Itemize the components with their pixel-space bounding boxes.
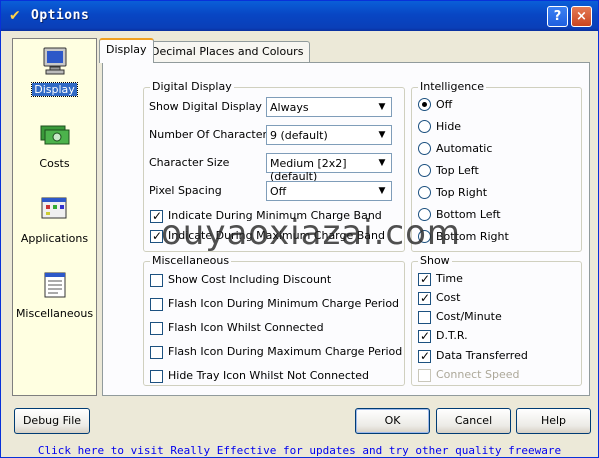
sidebar-item-label: Costs — [39, 157, 70, 170]
sidebar-item-costs[interactable]: Costs — [13, 119, 96, 170]
chevron-down-icon[interactable]: ▼ — [374, 99, 390, 115]
intelligence-group: Intelligence Off Hide Automatic Top Left… — [411, 80, 582, 252]
sidebar-item-label: Miscellaneous — [15, 307, 94, 320]
indicate-max-charge-checkbox[interactable]: ✓ — [150, 229, 163, 243]
show-data-transferred-label[interactable]: Data Transferred — [436, 349, 528, 363]
number-of-characters-label: Number Of Characters — [149, 128, 273, 141]
show-digital-display-label: Show Digital Display — [149, 100, 262, 113]
show-cost-discount-checkbox[interactable] — [150, 274, 163, 287]
intelligence-hide-label[interactable]: Hide — [436, 120, 461, 134]
select-value: Always — [270, 101, 309, 114]
money-icon — [40, 125, 69, 145]
intelligence-automatic-label[interactable]: Automatic — [436, 142, 492, 156]
chevron-down-icon[interactable]: ▼ — [374, 155, 390, 171]
chevron-down-icon[interactable]: ▼ — [374, 127, 390, 143]
intelligence-bottom-left-label[interactable]: Bottom Left — [436, 208, 501, 222]
intelligence-top-right-radio[interactable] — [418, 186, 431, 199]
sidebar-item-label: Display — [31, 82, 78, 97]
flash-min-charge-label[interactable]: Flash Icon During Minimum Charge Period — [168, 297, 399, 311]
visit-website-link[interactable]: Click here to visit Really Effective for… — [1, 444, 598, 458]
intelligence-bottom-right-radio[interactable] — [418, 230, 431, 243]
hide-tray-icon-checkbox[interactable] — [150, 370, 163, 383]
show-cost-discount-label[interactable]: Show Cost Including Discount — [168, 273, 331, 287]
digital-display-group: Digital Display Show Digital Display Alw… — [143, 80, 405, 252]
checkmark-icon: ✓ — [420, 329, 431, 343]
flash-connected-label[interactable]: Flash Icon Whilst Connected — [168, 321, 324, 335]
intelligence-automatic-radio[interactable] — [418, 142, 431, 155]
show-cost-label[interactable]: Cost — [436, 291, 460, 305]
checkmark-icon: ✓ — [420, 291, 431, 305]
flash-max-charge-checkbox[interactable] — [150, 346, 163, 359]
show-connect-speed-label: Connect Speed — [436, 368, 520, 381]
group-title: Intelligence — [418, 80, 487, 94]
sidebar-item-display[interactable]: Display — [13, 45, 96, 97]
sidebar-item-miscellaneous[interactable]: Miscellaneous — [13, 269, 96, 320]
applications-icon — [41, 197, 66, 219]
options-window: ✔ Options ? × Display Costs Applications… — [0, 0, 599, 458]
flash-max-charge-label[interactable]: Flash Icon During Maximum Charge Period — [168, 345, 402, 359]
show-time-label[interactable]: Time — [436, 272, 463, 286]
flash-connected-checkbox[interactable] — [150, 322, 163, 335]
show-dtr-checkbox[interactable]: ✓ — [418, 329, 431, 343]
show-data-transferred-checkbox[interactable]: ✓ — [418, 349, 431, 363]
indicate-min-charge-checkbox[interactable]: ✓ — [150, 209, 163, 223]
intelligence-off-radio[interactable] — [418, 98, 431, 111]
group-title: Miscellaneous — [150, 254, 232, 268]
intelligence-top-left-radio[interactable] — [418, 164, 431, 177]
category-sidebar: Display Costs Applications Miscellaneous — [12, 38, 97, 396]
checkmark-icon: ✓ — [152, 229, 163, 243]
number-of-characters-select[interactable]: 9 (default) ▼ — [266, 125, 392, 145]
pixel-spacing-select[interactable]: Off ▼ — [266, 181, 392, 201]
pixel-spacing-label: Pixel Spacing — [149, 184, 222, 197]
group-title: Digital Display — [150, 80, 234, 94]
miscellaneous-group: Miscellaneous Show Cost Including Discou… — [143, 254, 405, 386]
help-title-button[interactable]: ? — [547, 6, 568, 27]
show-digital-display-select[interactable]: Always ▼ — [266, 97, 392, 117]
close-button[interactable]: × — [571, 6, 592, 27]
checkmark-icon: ✓ — [420, 272, 431, 286]
show-group: Show ✓ Time ✓ Cost Cost/Minute ✓ D.T.R. … — [411, 254, 582, 386]
cancel-button[interactable]: Cancel — [436, 408, 511, 434]
sidebar-item-label: Applications — [20, 232, 89, 245]
help-button[interactable]: Help — [516, 408, 591, 434]
ok-button[interactable]: OK — [355, 408, 430, 434]
flash-min-charge-checkbox[interactable] — [150, 298, 163, 311]
indicate-max-charge-label[interactable]: Indicate During Maximum Charge Band — [168, 229, 385, 243]
select-value: 9 (default) — [270, 129, 328, 142]
intelligence-top-right-label[interactable]: Top Right — [436, 186, 487, 200]
intelligence-hide-radio[interactable] — [418, 120, 431, 133]
select-value: Medium [2x2] (default) — [270, 157, 347, 183]
indicate-min-charge-label[interactable]: Indicate During Minimum Charge Band — [168, 209, 382, 223]
app-icon: ✔ — [9, 8, 21, 24]
character-size-select[interactable]: Medium [2x2] (default) ▼ — [266, 153, 392, 183]
show-cost-checkbox[interactable]: ✓ — [418, 291, 431, 305]
display-tab-panel: Digital Display Show Digital Display Alw… — [102, 62, 590, 396]
show-dtr-label[interactable]: D.T.R. — [436, 329, 468, 343]
tab-display[interactable]: Display — [99, 38, 154, 63]
intelligence-bottom-right-label[interactable]: Bottom Right — [436, 230, 509, 244]
sidebar-item-applications[interactable]: Applications — [13, 194, 96, 245]
group-title: Show — [418, 254, 452, 268]
checkmark-icon: ✓ — [152, 209, 163, 223]
hide-tray-icon-label[interactable]: Hide Tray Icon Whilst Not Connected — [168, 369, 369, 383]
intelligence-bottom-left-radio[interactable] — [418, 208, 431, 221]
show-cost-minute-label[interactable]: Cost/Minute — [436, 310, 502, 324]
intelligence-top-left-label[interactable]: Top Left — [436, 164, 479, 178]
chevron-down-icon[interactable]: ▼ — [374, 183, 390, 199]
show-cost-minute-checkbox[interactable] — [418, 311, 431, 324]
intelligence-off-label[interactable]: Off — [436, 98, 452, 112]
show-time-checkbox[interactable]: ✓ — [418, 272, 431, 286]
title-bar[interactable]: ✔ Options ? × — [1, 1, 598, 31]
window-title: Options — [31, 8, 90, 23]
character-size-label: Character Size — [149, 156, 230, 169]
miscellaneous-icon — [44, 272, 65, 298]
show-connect-speed-checkbox — [418, 369, 431, 382]
checkmark-icon: ✓ — [420, 349, 431, 363]
tab-decimal-places-and-colours[interactable]: Decimal Places and Colours — [144, 41, 311, 62]
debug-file-button[interactable]: Debug File — [14, 408, 90, 434]
radio-dot — [422, 102, 427, 107]
monitor-icon — [43, 47, 66, 75]
select-value: Off — [270, 185, 287, 198]
